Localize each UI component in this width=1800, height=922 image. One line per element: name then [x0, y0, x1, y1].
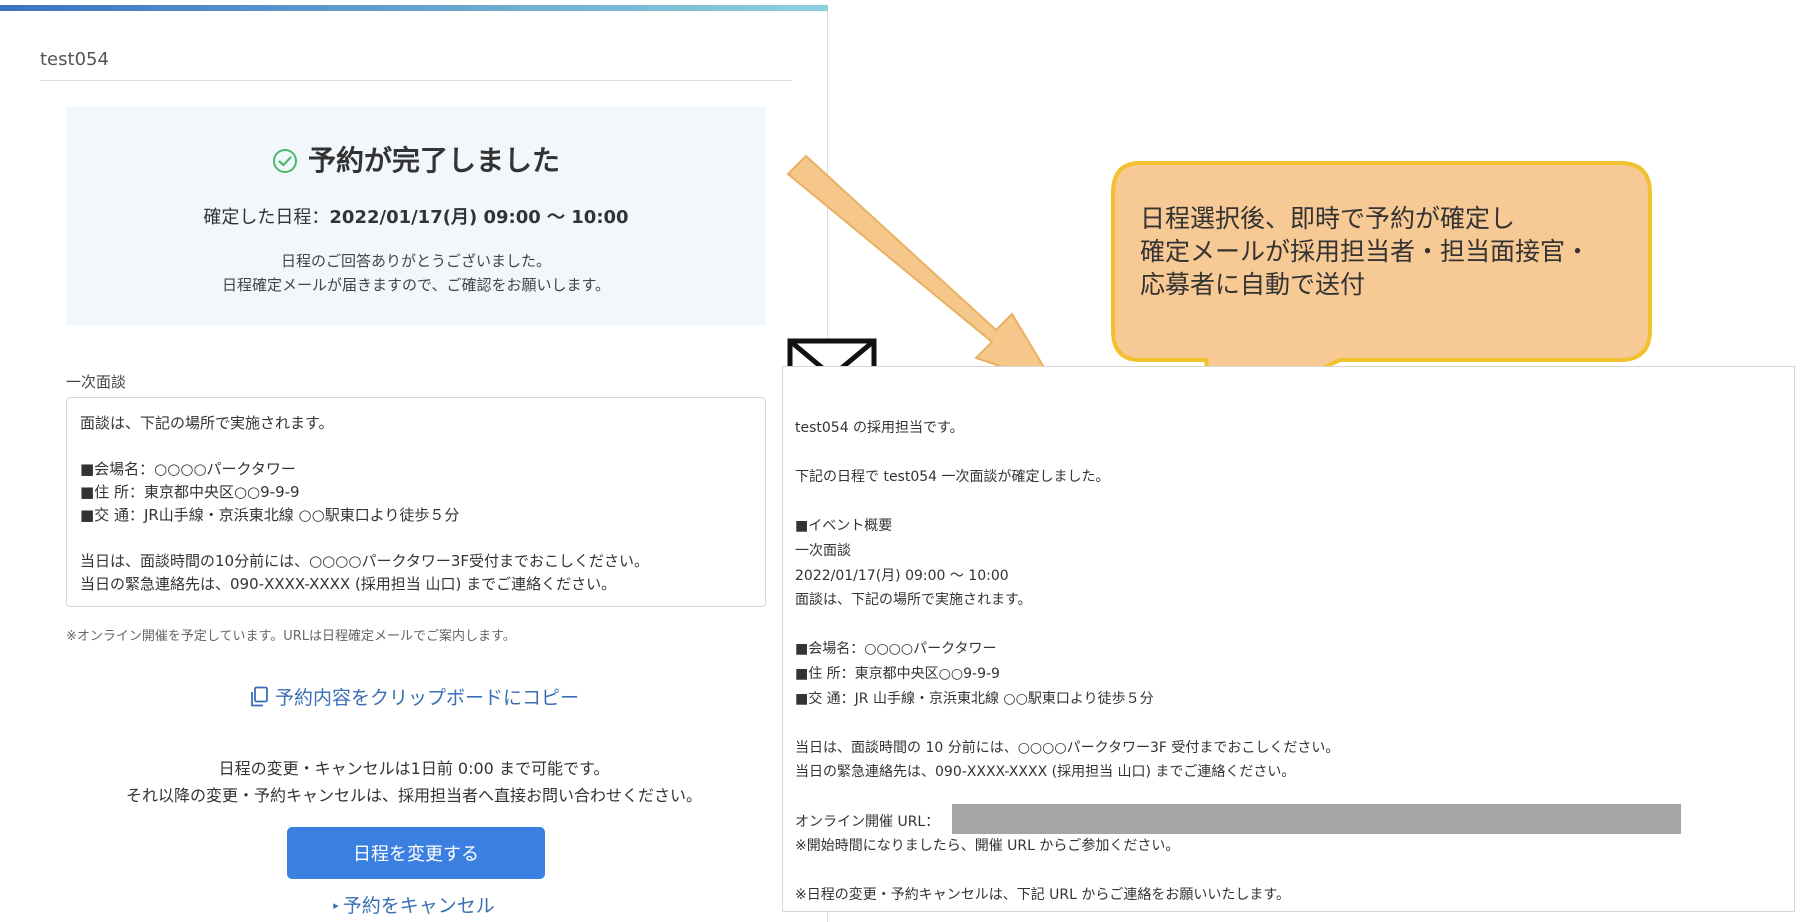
details-intro: 面談は、下記の場所で実施されます。: [80, 414, 334, 432]
email-overview-header: ■イベント概要: [795, 518, 893, 535]
email-join-note: ※開始時間になりましたら、開催 URL からご参加ください。: [795, 838, 1180, 855]
change-note-line-2: それ以降の変更・予約キャンセルは、採用担当者へ直接お問い合わせください。: [125, 786, 702, 805]
email-event-name: 一次面談: [795, 542, 851, 559]
email-intro: 下記の日程で test054 一次面談が確定しました。: [795, 469, 1110, 486]
email-arrival: 当日は、面談時間の 10 分前には、○○○○パークタワー3F 受付までおこしくだ…: [795, 739, 1340, 756]
email-address: ■住 所：東京都中央区○○9-9-9: [795, 665, 1000, 682]
check-circle-icon: [272, 148, 298, 181]
callout-line-2: 確定メールが採用担当者・担当面接官・: [1140, 237, 1591, 266]
thanks-line-1: 日程のご回答ありがとうございました。: [280, 252, 551, 270]
details-address: ■住 所：東京都中央区○○9-9-9: [80, 483, 300, 501]
booking-confirmation-panel: test054 予約が完了しました 確定した日程：2022/01/17(月) 0…: [0, 5, 828, 922]
confirmed-schedule: 確定した日程：2022/01/17(月) 09:00 ～ 10:00: [66, 203, 766, 229]
details-arrival: 当日は、面談時間の10分前には、○○○○パークタワー3F受付までおこしください。: [80, 552, 650, 570]
email-online-url-label: オンライン開催 URL：: [795, 813, 940, 830]
email-preview: test054 の採用担当です。 下記の日程で test054 一次面談が確定し…: [782, 366, 1795, 912]
change-policy-note: 日程の変更・キャンセルは1日前 0:00 まで可能です。 それ以降の変更・予約キ…: [0, 755, 828, 809]
email-datetime: 2022/01/17(月) 09:00 ～ 10:00: [795, 567, 1009, 584]
completion-heading-text: 予約が完了しました: [307, 144, 560, 177]
confirmed-label: 確定した日程：: [203, 207, 330, 228]
change-note-line-1: 日程の変更・キャンセルは1日前 0:00 まで可能です。: [218, 759, 610, 778]
online-note: ※オンライン開催を予定しています。URLは日程確定メールでご案内します。: [66, 629, 516, 644]
cancel-booking-link[interactable]: ▸ 予約をキャンセル: [0, 891, 828, 918]
change-schedule-button[interactable]: 日程を変更する: [287, 827, 545, 879]
copy-icon: [249, 686, 269, 713]
email-emergency: 当日の緊急連絡先は、090-XXXX-XXXX (採用担当 山口) までご連絡く…: [795, 764, 1296, 781]
title-divider: [40, 80, 792, 81]
email-online-url-row: オンライン開催 URL：: [795, 803, 1794, 835]
email-access: ■交 通：JR 山手線・京浜東北線 ○○駅東口より徒歩５分: [795, 690, 1154, 707]
copy-link-label: 予約内容をクリップボードにコピー: [274, 687, 579, 709]
event-title: test054: [40, 49, 109, 70]
details-venue: ■会場名：○○○○パークタワー: [80, 460, 296, 478]
completion-heading: 予約が完了しました: [66, 139, 766, 181]
email-venue: ■会場名：○○○○パークタワー: [795, 641, 997, 658]
details-emergency: 当日の緊急連絡先は、090-XXXX-XXXX (採用担当 山口) までご連絡く…: [80, 575, 617, 593]
callout-line-1: 日程選択後、即時で予約が確定し: [1140, 204, 1516, 233]
callout-line-3: 応募者に自動で送付: [1140, 270, 1366, 299]
chevron-right-icon: ▸: [333, 899, 339, 912]
email-change-note: ※日程の変更・予約キャンセルは、下記 URL からご連絡をお願いいたします。: [795, 887, 1291, 904]
cancel-link-label: 予約をキャンセル: [342, 895, 495, 917]
panel-top-accent-bar: [0, 5, 828, 11]
copy-to-clipboard-link[interactable]: 予約内容をクリップボードにコピー: [0, 683, 828, 713]
thanks-message: 日程のご回答ありがとうございました。 日程確定メールが届きますので、ご確認をお願…: [66, 249, 766, 297]
thanks-line-2: 日程確定メールが届きますので、ご確認をお願いします。: [222, 276, 610, 294]
confirmed-datetime: 2022/01/17(月) 09:00 ～ 10:00: [329, 207, 629, 228]
email-greeting: test054 の採用担当です。: [795, 420, 964, 436]
callout-text: 日程選択後、即時で予約が確定し 確定メールが採用担当者・担当面接官・ 応募者に自…: [1140, 202, 1590, 301]
interview-details-box: 面談は、下記の場所で実施されます。 ■会場名：○○○○パークタワー ■住 所：東…: [66, 397, 766, 607]
details-access: ■交 通：JR山手線・京浜東北線 ○○駅東口より徒歩５分: [80, 506, 460, 524]
section-label: 一次面談: [66, 373, 127, 391]
completion-message-box: 予約が完了しました 確定した日程：2022/01/17(月) 09:00 ～ 1…: [66, 107, 766, 325]
redacted-url-bar: [952, 803, 1681, 834]
email-location-intro: 面談は、下記の場所で実施されます。: [795, 592, 1032, 609]
